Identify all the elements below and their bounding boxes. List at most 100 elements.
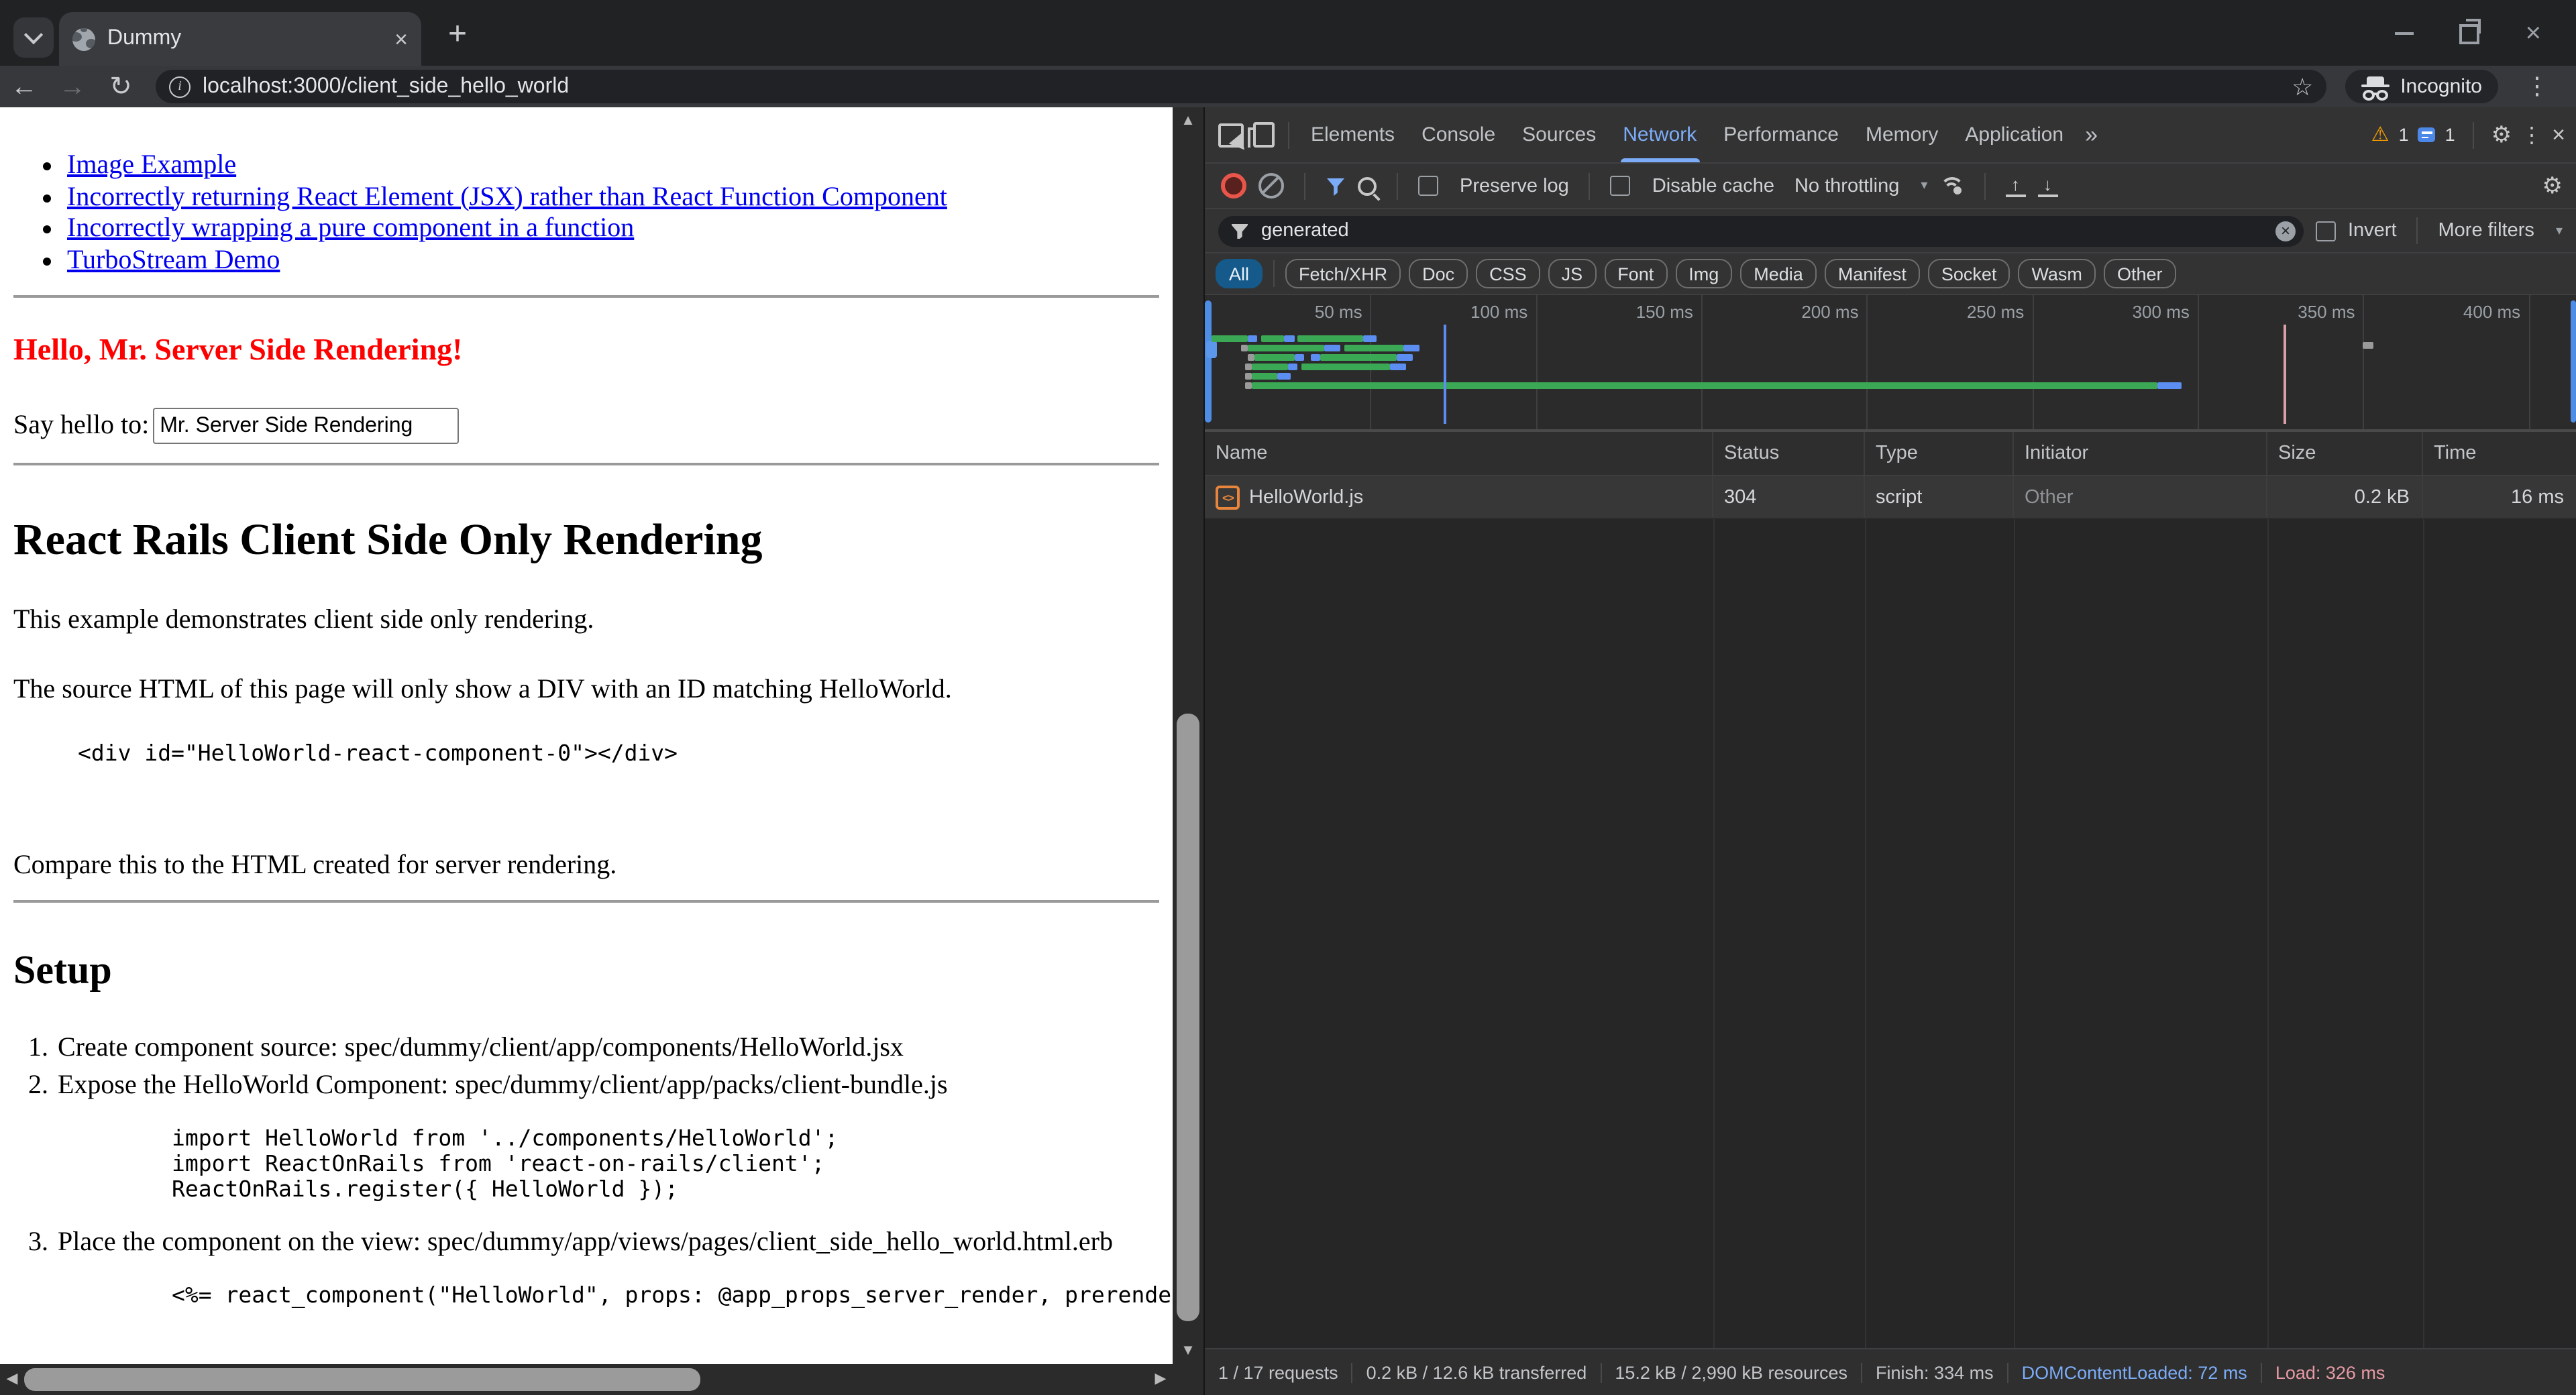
new-tab-button[interactable]: + [440,17,475,52]
preserve-log-checkbox[interactable] [1418,176,1438,196]
overview-tick-label: 50 ms [1271,302,1362,322]
network-status-bar: 1 / 17 requests 0.2 kB / 12.6 kB transfe… [1205,1348,2576,1395]
column-name[interactable]: Name [1205,432,1713,475]
import-har-icon[interactable]: ↑ [2005,175,2025,197]
separator [1304,172,1305,199]
page-horizontal-scrollbar[interactable]: ◀ ▶ [0,1364,1173,1395]
waterfall-bar [1244,364,1251,370]
tab-network[interactable]: Network [1609,107,1710,162]
chip-wasm[interactable]: Wasm [2018,259,2096,288]
tab-application[interactable]: Application [1951,107,2077,162]
scroll-up-icon[interactable]: ▲ [1173,107,1203,134]
paragraph: Compare this to the HTML created for ser… [13,849,1173,881]
column-time[interactable]: Time [2423,432,2576,475]
overview-left-grip[interactable] [1205,300,1212,423]
tab-console[interactable]: Console [1408,107,1509,162]
page-vertical-scrollbar[interactable]: ▲ ▼ [1173,107,1203,1364]
chip-css[interactable]: CSS [1476,259,1540,288]
waterfall-bar [1278,373,1291,380]
disable-cache-checkbox[interactable] [1611,176,1631,196]
name-input[interactable] [153,408,459,444]
network-overview[interactable]: 50 ms100 ms150 ms200 ms250 ms300 ms350 m… [1205,295,2576,432]
link-incorrect-wrap[interactable]: Incorrectly wrapping a pure component in… [67,213,634,243]
link-image-example[interactable]: Image Example [67,150,236,180]
search-icon[interactable] [1358,176,1377,195]
site-info-icon[interactable]: i [169,76,191,97]
setup-heading: Setup [13,948,1173,994]
incognito-icon [2361,76,2390,97]
tab-close-icon[interactable]: × [394,27,408,50]
filter-icon[interactable] [1326,176,1346,195]
browser-menu-icon[interactable]: ⋮ [2517,71,2557,102]
request-status-cell: 304 [1713,476,1865,518]
column-size[interactable]: Size [2267,432,2423,475]
devtools-settings-icon[interactable]: ⚙ [2491,123,2512,146]
device-toolbar-icon[interactable] [1253,122,1275,148]
filter-funnel-icon [1232,223,1248,238]
tab-search-button[interactable] [13,17,54,58]
clear-filter-icon[interactable]: × [2275,221,2296,241]
overview-grip-handle[interactable] [1206,341,1217,358]
more-tabs-icon[interactable]: » [2077,121,2106,148]
waterfall-bar [1364,335,1377,342]
back-icon[interactable]: ← [0,72,48,101]
link-incorrect-jsx[interactable]: Incorrectly returning React Element (JSX… [67,182,947,211]
link-turbostream[interactable]: TurboStream Demo [67,245,280,274]
request-initiator-cell[interactable]: Other [2014,476,2267,518]
column-status[interactable]: Status [1713,432,1865,475]
window-close-icon[interactable]: × [2526,20,2541,47]
network-conditions-icon[interactable] [1939,177,1964,194]
overview-right-grip[interactable] [2571,300,2576,423]
devtools-close-icon[interactable]: × [2552,121,2565,148]
chip-manifest[interactable]: Manifest [1825,259,1920,288]
filter-input[interactable] [1258,219,2265,243]
horizontal-scroll-thumb[interactable] [24,1368,700,1391]
throttling-select[interactable]: No throttling [1794,175,1899,197]
vertical-scroll-thumb[interactable] [1177,714,1199,1321]
browser-toolbar: ← → ↻ i localhost:3000/client_side_hello… [0,66,2576,107]
invert-checkbox[interactable] [2316,221,2336,241]
scroll-down-icon[interactable]: ▼ [1173,1337,1203,1364]
scroll-right-icon[interactable]: ▶ [1148,1364,1173,1395]
column-type[interactable]: Type [1865,432,2014,475]
chip-img[interactable]: Img [1675,259,1732,288]
chip-js[interactable]: JS [1548,259,1597,288]
export-har-icon[interactable]: ↓ [2037,175,2057,197]
chip-fetch-xhr[interactable]: Fetch/XHR [1285,259,1401,288]
inspect-element-icon[interactable] [1218,123,1244,147]
waterfall-bar [1241,345,1248,351]
url-text[interactable]: localhost:3000/client_side_hello_world [203,74,2279,99]
clear-network-log-icon[interactable] [1258,173,1284,199]
record-network-log-icon[interactable] [1221,173,1246,199]
chip-all[interactable]: All [1216,259,1263,288]
waterfall-bar [1248,354,1254,361]
network-settings-icon[interactable]: ⚙ [2542,174,2563,197]
chip-other[interactable]: Other [2104,259,2176,288]
chip-doc[interactable]: Doc [1409,259,1468,288]
issues-icon[interactable] [2418,127,2436,142]
chip-media[interactable]: Media [1740,259,1817,288]
reload-icon[interactable]: ↻ [97,72,145,101]
table-row[interactable]: <> HelloWorld.js 304 script Other 0.2 kB… [1205,476,2576,519]
address-bar[interactable]: i localhost:3000/client_side_hello_world… [156,70,2326,103]
forward-icon[interactable]: → [48,72,97,101]
warning-icon[interactable]: ⚠ [2371,125,2390,145]
tab-performance[interactable]: Performance [1710,107,1852,162]
tab-memory[interactable]: Memory [1852,107,1951,162]
request-name-cell[interactable]: <> HelloWorld.js [1205,476,1713,518]
waterfall-bar [1390,364,1407,370]
devtools-menu-icon[interactable]: ⋮ [2521,121,2542,148]
tab-sources[interactable]: Sources [1509,107,1609,162]
window-minimize-icon[interactable] [2396,32,2414,35]
browser-tab[interactable]: Dummy × [59,12,421,66]
window-restore-icon[interactable] [2460,23,2480,44]
tab-elements[interactable]: Elements [1297,107,1408,162]
list-item: Incorrectly wrapping a pure component in… [67,213,1173,245]
tab-title: Dummy [107,27,382,51]
chip-font[interactable]: Font [1604,259,1667,288]
more-filters-button[interactable]: More filters [2438,220,2534,241]
chip-socket[interactable]: Socket [1928,259,2010,288]
bookmark-star-icon[interactable]: ☆ [2292,74,2313,99]
scroll-left-icon[interactable]: ◀ [0,1364,24,1395]
column-initiator[interactable]: Initiator [2014,432,2267,475]
